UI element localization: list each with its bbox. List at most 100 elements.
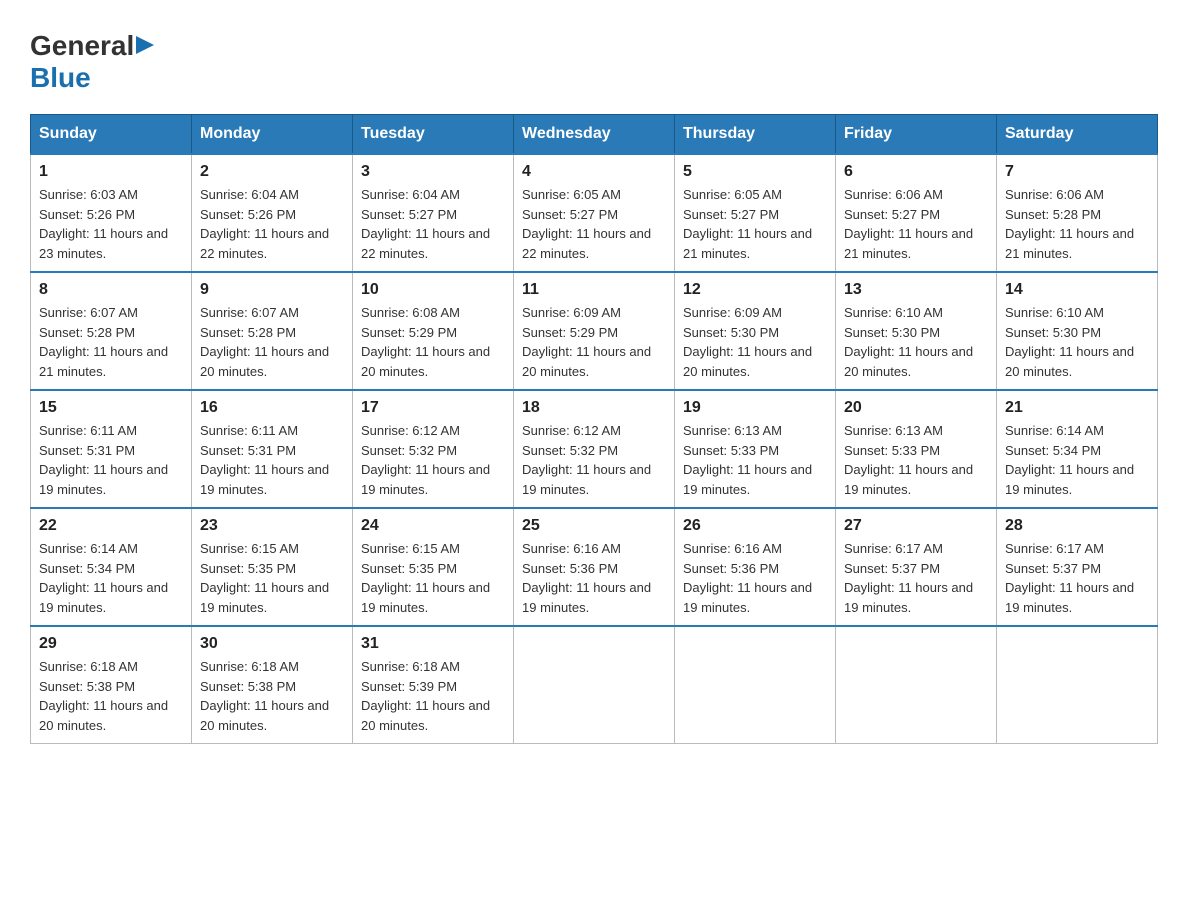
calendar-cell: 16 Sunrise: 6:11 AMSunset: 5:31 PMDayligh… bbox=[192, 390, 353, 508]
day-number: 28 bbox=[1005, 517, 1149, 535]
calendar-cell: 12 Sunrise: 6:09 AMSunset: 5:30 PMDayligh… bbox=[675, 272, 836, 390]
day-number: 14 bbox=[1005, 281, 1149, 299]
day-info: Sunrise: 6:08 AMSunset: 5:29 PMDaylight:… bbox=[361, 303, 505, 381]
calendar-cell: 11Sunrise: 6:09 AMSunset: 5:29 PMDayligh… bbox=[514, 272, 675, 390]
day-info: Sunrise: 6:05 AMSunset: 5:27 PMDaylight:… bbox=[683, 185, 827, 263]
calendar-cell: 24Sunrise: 6:15 AMSunset: 5:35 PMDayligh… bbox=[353, 508, 514, 626]
day-info: Sunrise: 6:16 AMSunset: 5:36 PMDaylight:… bbox=[683, 539, 827, 617]
day-number: 18 bbox=[522, 399, 666, 417]
calendar-cell: 29 Sunrise: 6:18 AMSunset: 5:38 PMDayligh… bbox=[31, 626, 192, 744]
calendar-cell: 28 Sunrise: 6:17 AMSunset: 5:37 PMDayligh… bbox=[997, 508, 1158, 626]
calendar-cell: 9 Sunrise: 6:07 AMSunset: 5:28 PMDaylight… bbox=[192, 272, 353, 390]
header-friday: Friday bbox=[836, 115, 997, 155]
calendar-cell bbox=[836, 626, 997, 744]
calendar-cell bbox=[514, 626, 675, 744]
day-number: 11 bbox=[522, 281, 666, 299]
day-info: Sunrise: 6:04 AMSunset: 5:26 PMDaylight:… bbox=[200, 185, 344, 263]
day-number: 31 bbox=[361, 635, 505, 653]
day-number: 9 bbox=[200, 281, 344, 299]
day-number: 12 bbox=[683, 281, 827, 299]
day-info: Sunrise: 6:18 AMSunset: 5:38 PMDaylight:… bbox=[39, 657, 183, 735]
day-number: 7 bbox=[1005, 163, 1149, 181]
day-info: Sunrise: 6:06 AMSunset: 5:28 PMDaylight:… bbox=[1005, 185, 1149, 263]
day-number: 17 bbox=[361, 399, 505, 417]
day-number: 25 bbox=[522, 517, 666, 535]
day-number: 22 bbox=[39, 517, 183, 535]
day-number: 30 bbox=[200, 635, 344, 653]
calendar-cell: 7 Sunrise: 6:06 AMSunset: 5:28 PMDaylight… bbox=[997, 154, 1158, 272]
day-number: 5 bbox=[683, 163, 827, 181]
calendar-cell: 1Sunrise: 6:03 AMSunset: 5:26 PMDaylight… bbox=[31, 154, 192, 272]
calendar-cell: 23 Sunrise: 6:15 AMSunset: 5:35 PMDayligh… bbox=[192, 508, 353, 626]
day-info: Sunrise: 6:11 AMSunset: 5:31 PMDaylight:… bbox=[39, 421, 183, 499]
day-number: 23 bbox=[200, 517, 344, 535]
day-number: 29 bbox=[39, 635, 183, 653]
calendar-table: SundayMondayTuesdayWednesdayThursdayFrid… bbox=[30, 114, 1158, 744]
day-info: Sunrise: 6:12 AMSunset: 5:32 PMDaylight:… bbox=[361, 421, 505, 499]
day-info: Sunrise: 6:05 AMSunset: 5:27 PMDaylight:… bbox=[522, 185, 666, 263]
day-number: 3 bbox=[361, 163, 505, 181]
day-info: Sunrise: 6:07 AMSunset: 5:28 PMDaylight:… bbox=[200, 303, 344, 381]
day-info: Sunrise: 6:11 AMSunset: 5:31 PMDaylight:… bbox=[200, 421, 344, 499]
day-number: 6 bbox=[844, 163, 988, 181]
calendar-cell: 22 Sunrise: 6:14 AMSunset: 5:34 PMDayligh… bbox=[31, 508, 192, 626]
calendar-cell: 30 Sunrise: 6:18 AMSunset: 5:38 PMDayligh… bbox=[192, 626, 353, 744]
day-info: Sunrise: 6:10 AMSunset: 5:30 PMDaylight:… bbox=[1005, 303, 1149, 381]
logo-triangle-icon bbox=[136, 36, 154, 59]
header-monday: Monday bbox=[192, 115, 353, 155]
day-number: 27 bbox=[844, 517, 988, 535]
header-thursday: Thursday bbox=[675, 115, 836, 155]
week-row-3: 15 Sunrise: 6:11 AMSunset: 5:31 PMDayligh… bbox=[31, 390, 1158, 508]
day-number: 10 bbox=[361, 281, 505, 299]
calendar-cell bbox=[675, 626, 836, 744]
logo-general-text: General bbox=[30, 30, 134, 62]
day-info: Sunrise: 6:16 AMSunset: 5:36 PMDaylight:… bbox=[522, 539, 666, 617]
logo: General Blue bbox=[30, 30, 154, 94]
day-info: Sunrise: 6:18 AMSunset: 5:38 PMDaylight:… bbox=[200, 657, 344, 735]
day-info: Sunrise: 6:06 AMSunset: 5:27 PMDaylight:… bbox=[844, 185, 988, 263]
day-info: Sunrise: 6:17 AMSunset: 5:37 PMDaylight:… bbox=[1005, 539, 1149, 617]
calendar-cell: 3 Sunrise: 6:04 AMSunset: 5:27 PMDaylight… bbox=[353, 154, 514, 272]
calendar-cell: 10 Sunrise: 6:08 AMSunset: 5:29 PMDayligh… bbox=[353, 272, 514, 390]
header-saturday: Saturday bbox=[997, 115, 1158, 155]
week-row-5: 29 Sunrise: 6:18 AMSunset: 5:38 PMDayligh… bbox=[31, 626, 1158, 744]
day-number: 15 bbox=[39, 399, 183, 417]
logo-blue-text: Blue bbox=[30, 62, 91, 93]
day-number: 2 bbox=[200, 163, 344, 181]
calendar-cell: 17 Sunrise: 6:12 AMSunset: 5:32 PMDayligh… bbox=[353, 390, 514, 508]
calendar-cell: 20Sunrise: 6:13 AMSunset: 5:33 PMDayligh… bbox=[836, 390, 997, 508]
day-info: Sunrise: 6:17 AMSunset: 5:37 PMDaylight:… bbox=[844, 539, 988, 617]
day-info: Sunrise: 6:14 AMSunset: 5:34 PMDaylight:… bbox=[39, 539, 183, 617]
day-number: 26 bbox=[683, 517, 827, 535]
day-info: Sunrise: 6:15 AMSunset: 5:35 PMDaylight:… bbox=[200, 539, 344, 617]
calendar-cell: 5 Sunrise: 6:05 AMSunset: 5:27 PMDaylight… bbox=[675, 154, 836, 272]
calendar-cell: 8Sunrise: 6:07 AMSunset: 5:28 PMDaylight… bbox=[31, 272, 192, 390]
calendar-cell: 18 Sunrise: 6:12 AMSunset: 5:32 PMDayligh… bbox=[514, 390, 675, 508]
week-row-1: 1Sunrise: 6:03 AMSunset: 5:26 PMDaylight… bbox=[31, 154, 1158, 272]
header-tuesday: Tuesday bbox=[353, 115, 514, 155]
calendar-cell: 2 Sunrise: 6:04 AMSunset: 5:26 PMDaylight… bbox=[192, 154, 353, 272]
day-info: Sunrise: 6:12 AMSunset: 5:32 PMDaylight:… bbox=[522, 421, 666, 499]
calendar-cell: 27 Sunrise: 6:17 AMSunset: 5:37 PMDayligh… bbox=[836, 508, 997, 626]
calendar-cell: 31 Sunrise: 6:18 AMSunset: 5:39 PMDayligh… bbox=[353, 626, 514, 744]
day-info: Sunrise: 6:13 AMSunset: 5:33 PMDaylight:… bbox=[844, 421, 988, 499]
day-info: Sunrise: 6:10 AMSunset: 5:30 PMDaylight:… bbox=[844, 303, 988, 381]
calendar-cell bbox=[997, 626, 1158, 744]
calendar-cell: 26 Sunrise: 6:16 AMSunset: 5:36 PMDayligh… bbox=[675, 508, 836, 626]
calendar-cell: 21Sunrise: 6:14 AMSunset: 5:34 PMDayligh… bbox=[997, 390, 1158, 508]
day-info: Sunrise: 6:09 AMSunset: 5:30 PMDaylight:… bbox=[683, 303, 827, 381]
day-number: 1 bbox=[39, 163, 183, 181]
day-info: Sunrise: 6:04 AMSunset: 5:27 PMDaylight:… bbox=[361, 185, 505, 263]
day-info: Sunrise: 6:15 AMSunset: 5:35 PMDaylight:… bbox=[361, 539, 505, 617]
calendar-cell: 4 Sunrise: 6:05 AMSunset: 5:27 PMDaylight… bbox=[514, 154, 675, 272]
day-number: 4 bbox=[522, 163, 666, 181]
page-header: General Blue bbox=[30, 30, 1158, 94]
day-number: 8 bbox=[39, 281, 183, 299]
day-number: 16 bbox=[200, 399, 344, 417]
day-info: Sunrise: 6:18 AMSunset: 5:39 PMDaylight:… bbox=[361, 657, 505, 735]
day-info: Sunrise: 6:13 AMSunset: 5:33 PMDaylight:… bbox=[683, 421, 827, 499]
day-number: 21 bbox=[1005, 399, 1149, 417]
header-row: SundayMondayTuesdayWednesdayThursdayFrid… bbox=[31, 115, 1158, 155]
week-row-4: 22 Sunrise: 6:14 AMSunset: 5:34 PMDayligh… bbox=[31, 508, 1158, 626]
header-wednesday: Wednesday bbox=[514, 115, 675, 155]
